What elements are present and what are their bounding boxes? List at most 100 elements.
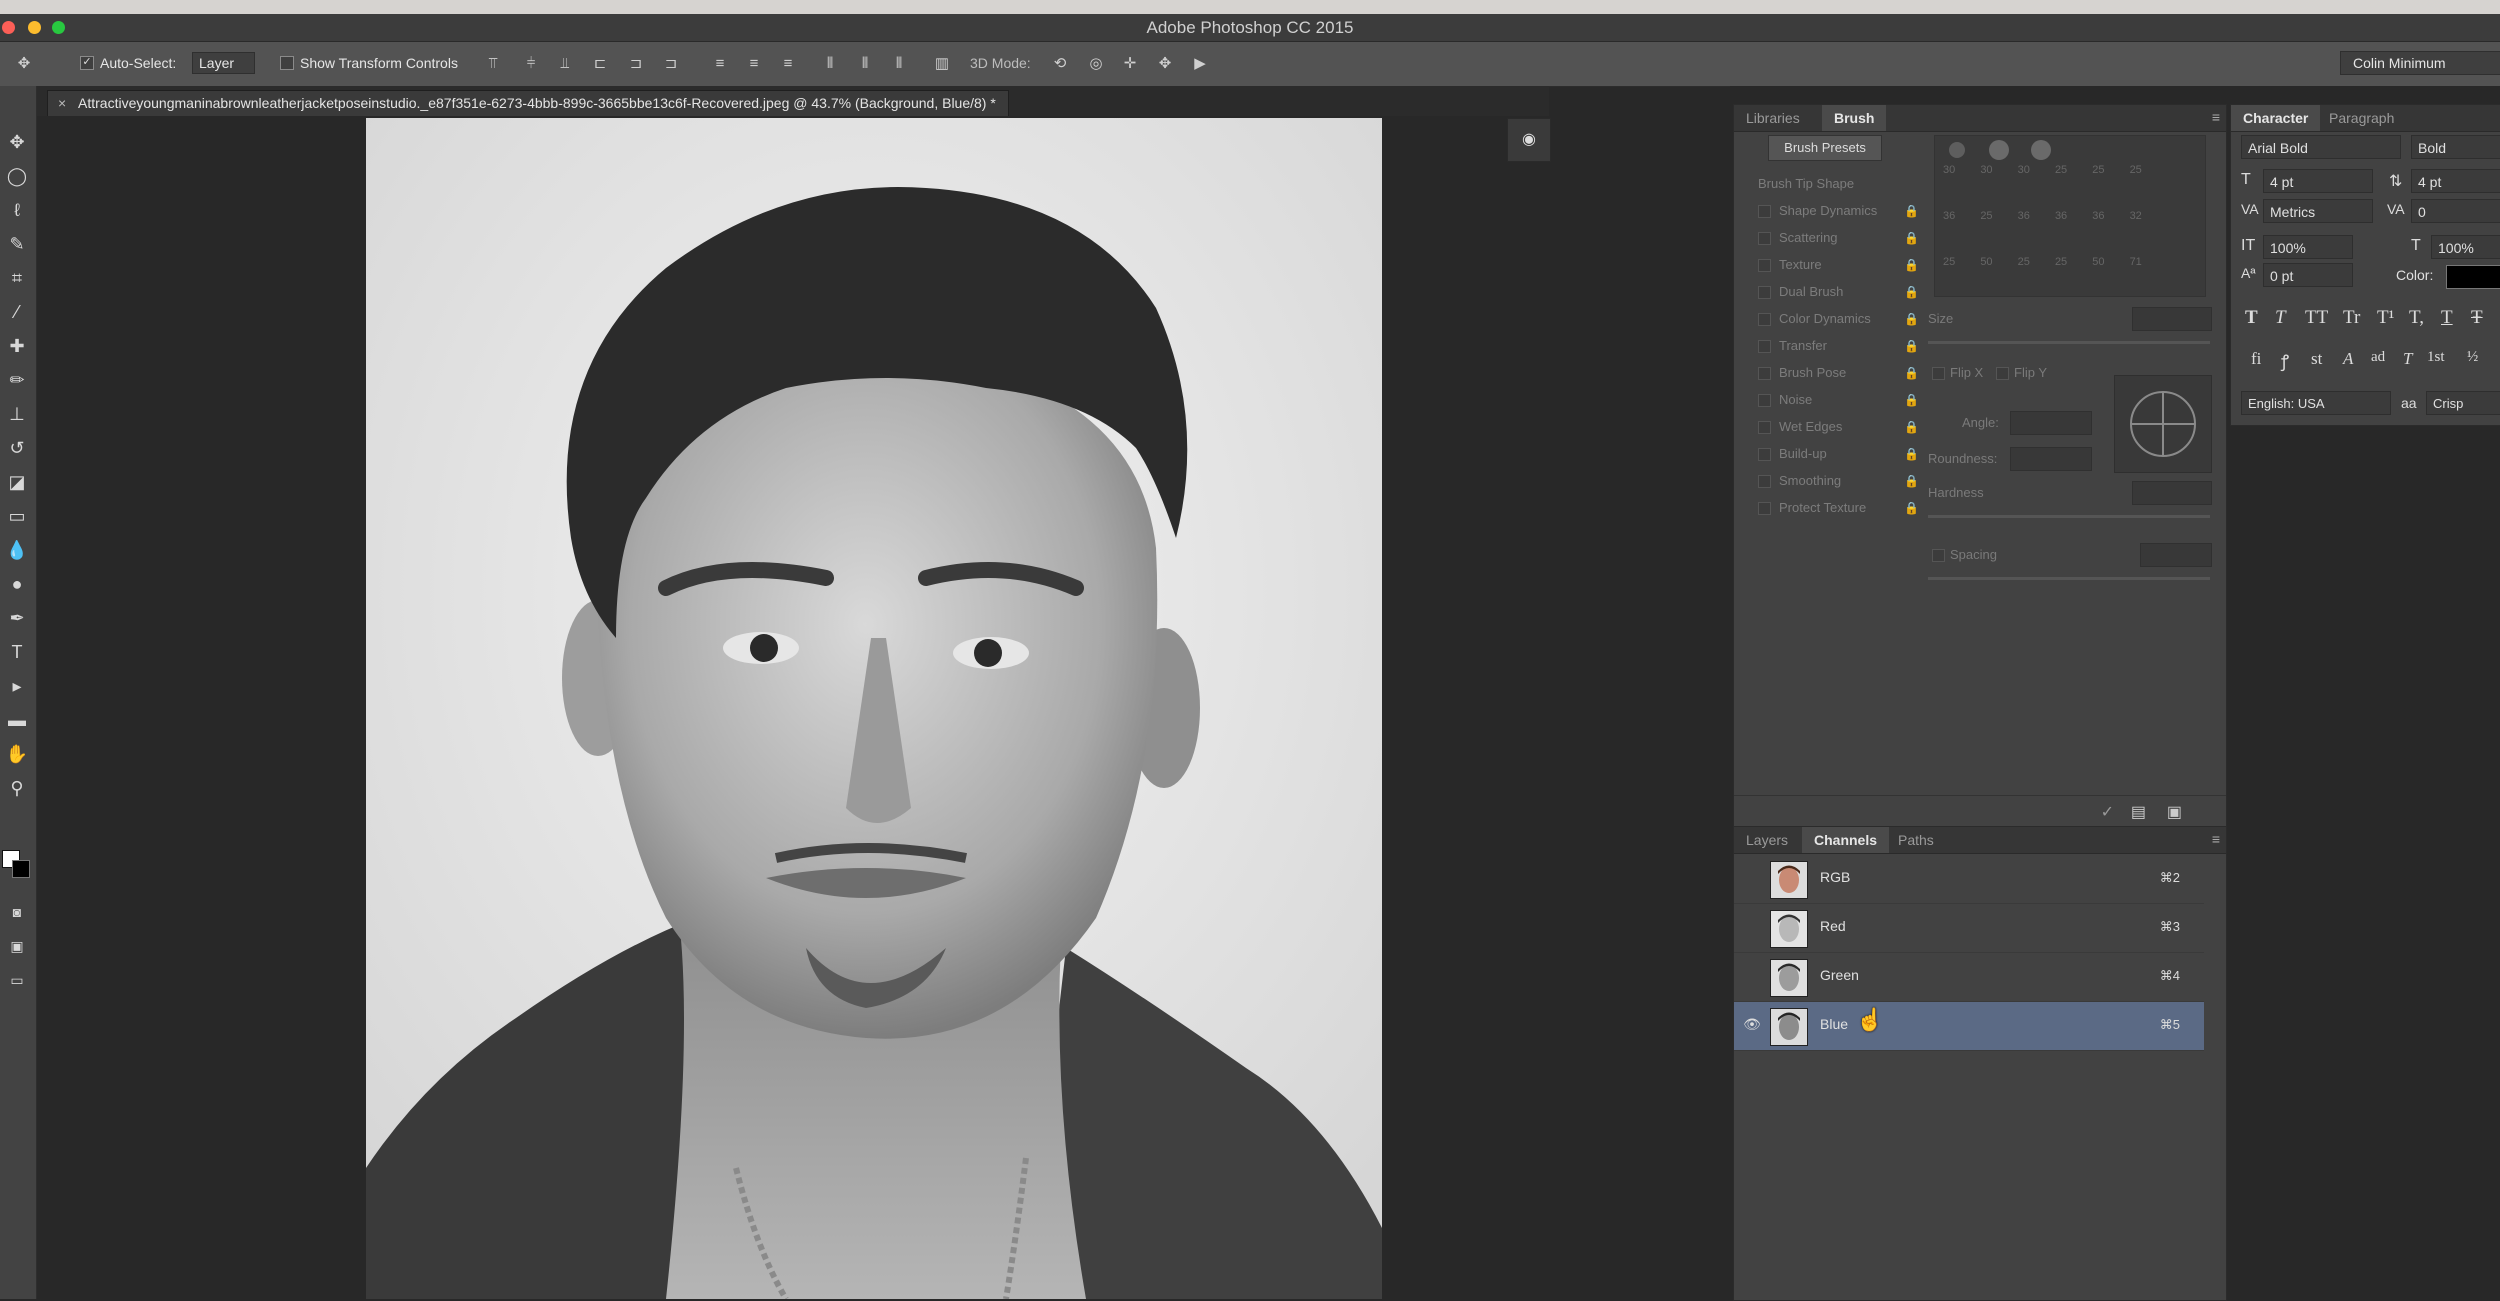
hand-tool-icon[interactable]: ✋ xyxy=(3,740,31,768)
brush-option[interactable]: Shape Dynamics 🔒 xyxy=(1758,200,1923,222)
font-family-select[interactable]: Arial Bold xyxy=(2241,135,2401,159)
faux-bold-button[interactable]: T xyxy=(2245,307,2258,329)
shape-tool-icon[interactable]: ▬ xyxy=(3,706,31,734)
antialias-select[interactable]: Crisp xyxy=(2426,391,2500,415)
3d-slide-icon[interactable]: ✥ xyxy=(1155,54,1175,74)
eraser-tool-icon[interactable]: ◪ xyxy=(3,468,31,496)
path-select-tool-icon[interactable]: ▸ xyxy=(3,672,31,700)
lock-icon[interactable]: 🔒 xyxy=(1904,443,1919,465)
auto-select-dropdown[interactable]: Layer xyxy=(192,52,256,74)
marquee-tool-icon[interactable]: ◯ xyxy=(3,162,31,190)
align-hcenter-icon[interactable]: ⊐ xyxy=(626,54,646,74)
angle-field[interactable] xyxy=(2010,411,2092,435)
document-tab[interactable]: × Attractiveyoungmaninabrownleatherjacke… xyxy=(47,90,1009,117)
quick-mask-icon[interactable]: ◙ xyxy=(3,898,31,926)
lasso-tool-icon[interactable]: ℓ xyxy=(3,196,31,224)
brush-grid-icon[interactable]: ▤ xyxy=(2131,802,2146,822)
brush-option[interactable]: Brush Pose 🔒 xyxy=(1758,362,1923,384)
channel-row-blue[interactable]: 👁 Blue ⌘5 xyxy=(1734,1002,2204,1051)
lock-icon[interactable]: 🔒 xyxy=(1904,470,1919,492)
distribute-vcenter-icon[interactable]: ≡ xyxy=(744,54,764,74)
brush-option[interactable]: Brush Tip Shape xyxy=(1758,173,1923,195)
quick-select-tool-icon[interactable]: ✎ xyxy=(3,230,31,258)
brush-toggle-icon[interactable]: ✓ xyxy=(2101,802,2114,822)
size-slider[interactable] xyxy=(1928,341,2210,344)
lock-icon[interactable]: 🔒 xyxy=(1904,254,1919,276)
background-color-swatch[interactable] xyxy=(12,860,30,878)
clone-stamp-tool-icon[interactable]: ⊥ xyxy=(3,400,31,428)
titling-alternates-button[interactable]: ad xyxy=(2371,349,2385,366)
lock-icon[interactable]: 🔒 xyxy=(1904,281,1919,303)
history-brush-tool-icon[interactable]: ↺ xyxy=(3,434,31,462)
distribute-hcenter-icon[interactable]: ⦀ xyxy=(855,54,875,74)
faux-italic-button[interactable]: T xyxy=(2275,307,2286,329)
size-field[interactable] xyxy=(2132,307,2212,331)
align-top-icon[interactable]: ⫪ xyxy=(483,54,503,74)
workspace-switcher[interactable]: Colin Minimum xyxy=(2340,51,2500,75)
lock-icon[interactable]: 🔒 xyxy=(1904,308,1919,330)
baseline-shift-field[interactable]: 0 pt xyxy=(2263,263,2353,287)
crop-tool-icon[interactable]: ⌗ xyxy=(3,264,31,292)
tab-brush[interactable]: Brush xyxy=(1822,105,1887,131)
stylistic-alternates-button[interactable]: st xyxy=(2311,349,2322,369)
lock-icon[interactable]: 🔒 xyxy=(1904,362,1919,384)
fractions-button[interactable]: ½ xyxy=(2467,349,2478,366)
strikethrough-button[interactable]: Ŧ xyxy=(2471,307,2483,329)
ligatures-button[interactable]: fi xyxy=(2251,349,2261,369)
visibility-icon[interactable] xyxy=(1742,918,1762,938)
roundness-field[interactable] xyxy=(2010,447,2092,471)
brush-option[interactable]: Transfer 🔒 xyxy=(1758,335,1923,357)
channel-row-rgb[interactable]: RGB ⌘2 xyxy=(1734,855,2204,904)
artboard-icon[interactable]: ▭ xyxy=(3,966,31,994)
pen-tool-icon[interactable]: ✒ xyxy=(3,604,31,632)
distribute-bottom-icon[interactable]: ≡ xyxy=(778,54,798,74)
align-bottom-icon[interactable]: ⫫ xyxy=(555,54,575,74)
tab-paragraph[interactable]: Paragraph xyxy=(2317,105,2406,131)
spacing-field[interactable] xyxy=(2140,543,2212,567)
tab-layers[interactable]: Layers xyxy=(1734,827,1800,853)
underline-button[interactable]: T xyxy=(2441,307,2453,329)
3d-pan-icon[interactable]: ✛ xyxy=(1120,54,1140,74)
lock-icon[interactable]: 🔒 xyxy=(1904,200,1919,222)
ornaments-button[interactable]: T xyxy=(2403,349,2412,369)
collapsed-panel-icon[interactable]: ◉ xyxy=(1507,118,1551,162)
subscript-button[interactable]: T, xyxy=(2409,307,2424,329)
3d-rotate-icon[interactable]: ⟲ xyxy=(1050,54,1070,74)
swash-button[interactable]: A xyxy=(2343,349,2353,369)
gradient-tool-icon[interactable]: ▭ xyxy=(3,502,31,530)
brush-tip-grid[interactable]: 30 30 30 25 25 25 36 25 36 36 36 32 25 5… xyxy=(1934,135,2206,297)
tab-paths[interactable]: Paths xyxy=(1886,827,1946,853)
all-caps-button[interactable]: TT xyxy=(2305,307,2328,329)
new-brush-icon[interactable]: ▣ xyxy=(2167,802,2182,822)
align-right-icon[interactable]: ⊐ xyxy=(661,54,681,74)
hardness-slider[interactable] xyxy=(1928,515,2210,518)
visibility-icon[interactable] xyxy=(1742,967,1762,987)
auto-align-icon[interactable]: ▥ xyxy=(932,54,952,74)
distribute-right-icon[interactable]: ⦀ xyxy=(889,54,909,74)
brush-option[interactable]: Protect Texture 🔒 xyxy=(1758,497,1923,519)
close-document-icon[interactable]: × xyxy=(58,91,66,116)
ordinals-button[interactable]: 1st xyxy=(2427,349,2445,366)
auto-select-checkbox[interactable]: ✓ xyxy=(80,56,94,70)
spacing-slider[interactable] xyxy=(1928,577,2210,580)
lock-icon[interactable]: 🔒 xyxy=(1904,227,1919,249)
align-left-icon[interactable]: ⊏ xyxy=(590,54,610,74)
zoom-tool-icon[interactable]: ⚲ xyxy=(3,774,31,802)
brush-presets-button[interactable]: Brush Presets xyxy=(1768,135,1882,161)
distribute-left-icon[interactable]: ⦀ xyxy=(820,54,840,74)
tab-character[interactable]: Character xyxy=(2231,105,2321,131)
text-color-swatch[interactable] xyxy=(2446,265,2500,289)
panel-menu-icon[interactable]: ≡ xyxy=(2212,831,2220,847)
brush-option[interactable]: Smoothing 🔒 xyxy=(1758,470,1923,492)
vertical-scale-field[interactable]: 100% xyxy=(2263,235,2353,259)
lock-icon[interactable]: 🔒 xyxy=(1904,497,1919,519)
horizontal-scale-field[interactable]: 100% xyxy=(2431,235,2500,259)
lock-icon[interactable]: 🔒 xyxy=(1904,335,1919,357)
visibility-icon[interactable] xyxy=(1742,869,1762,889)
small-caps-button[interactable]: Tr xyxy=(2343,307,2360,329)
3d-roll-icon[interactable]: ◎ xyxy=(1086,54,1106,74)
flip-x-checkbox[interactable] xyxy=(1932,367,1945,380)
eyedropper-tool-icon[interactable]: ⁄ xyxy=(3,298,31,326)
kerning-select[interactable]: Metrics xyxy=(2263,199,2373,223)
distribute-top-icon[interactable]: ≡ xyxy=(710,54,730,74)
